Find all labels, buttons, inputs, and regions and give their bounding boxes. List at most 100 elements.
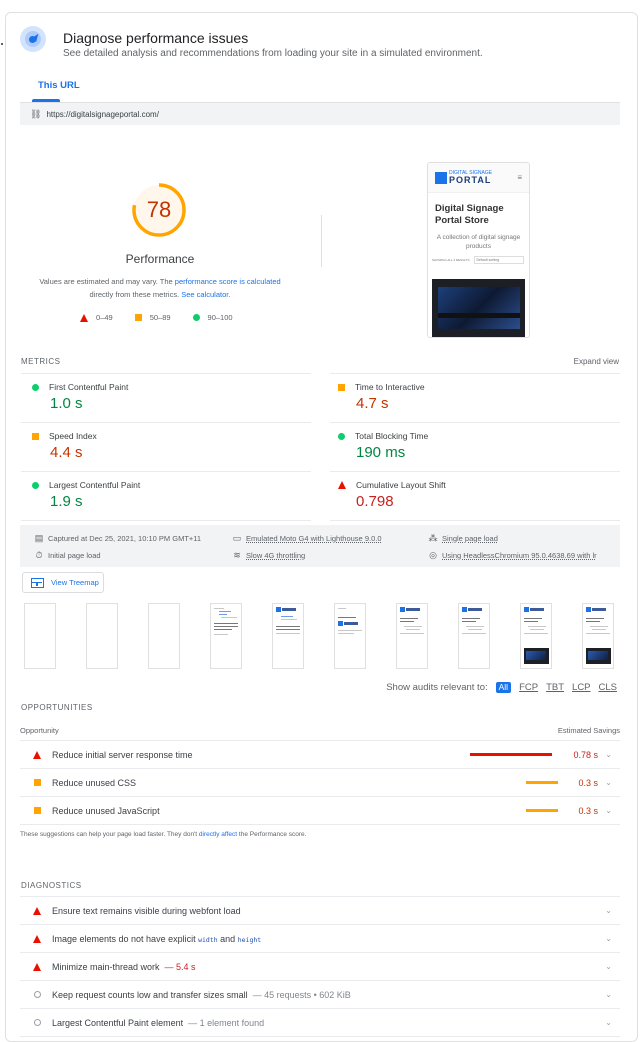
- filmstrip-frame: [520, 603, 552, 669]
- filter-lcp[interactable]: LCP: [572, 682, 590, 693]
- opportunity-row[interactable]: Reduce unused CSS 0.3 s ⌄: [20, 769, 620, 797]
- performance-label: Performance: [125, 252, 195, 266]
- fail-triangle-icon: [338, 481, 346, 489]
- metric-cls: Cumulative Layout Shift 0.798: [338, 480, 446, 510]
- savings-value: 0.3 s: [578, 805, 598, 816]
- metric-name: Largest Contentful Paint: [49, 480, 141, 490]
- diagnostic-title: Ensure text remains visible during webfo…: [52, 905, 241, 916]
- info-circle-icon: [33, 1019, 41, 1026]
- hamburger-menu-icon: ≡: [517, 173, 522, 182]
- diagnostic-row[interactable]: Minimize main-thread work — 5.4 s ⌄: [20, 953, 620, 981]
- metrics-divider: [330, 373, 620, 374]
- average-square-icon: [338, 383, 345, 391]
- opportunity-row[interactable]: Reduce unused JavaScript 0.3 s ⌄: [20, 797, 620, 825]
- chevron-down-icon[interactable]: ⌄: [605, 934, 612, 943]
- metric-name: Cumulative Layout Shift: [356, 480, 446, 490]
- opportunity-title: Reduce unused CSS: [52, 777, 137, 788]
- product-image: [432, 279, 525, 337]
- diagnostic-title: Largest Contentful Paint element: [52, 1017, 184, 1028]
- network-throttling[interactable]: Slow 4G throttling: [246, 551, 305, 560]
- metric-lcp: Largest Contentful Paint 1.9 s: [32, 480, 140, 510]
- view-treemap-button[interactable]: View Treemap: [22, 572, 104, 593]
- diagnostic-row[interactable]: Ensure text remains visible during webfo…: [20, 897, 620, 925]
- chevron-down-icon[interactable]: ⌄: [605, 990, 612, 999]
- metrics-divider: [21, 471, 311, 472]
- fail-triangle-icon: [33, 906, 41, 915]
- average-square-icon: [32, 432, 39, 440]
- site-logo-icon: [435, 171, 447, 184]
- filter-fcp[interactable]: FCP: [519, 682, 538, 693]
- desc-text: Values are estimated and may vary. The: [39, 277, 175, 286]
- metric-tbt: Total Blocking Time 190 ms: [338, 431, 428, 461]
- final-screenshot[interactable]: DIGITAL SIGNAGE PORTAL ≡ Digital Signage …: [427, 162, 530, 338]
- see-calculator-link[interactable]: See calculator.: [181, 290, 230, 299]
- browser-version[interactable]: Using HeadlessChromium 95.0.4638.69 with…: [442, 551, 597, 560]
- diagnostic-row[interactable]: Keep request counts low and transfer siz…: [20, 981, 620, 1009]
- chevron-down-icon[interactable]: ⌄: [605, 962, 612, 971]
- legend-average: 50–89: [149, 313, 171, 322]
- audit-filter: Show audits relevant to: All FCP TBT LCP…: [386, 682, 617, 693]
- metrics-divider: [330, 422, 620, 423]
- chevron-down-icon[interactable]: ⌄: [605, 778, 612, 787]
- performance-gauge: 78: [131, 182, 187, 238]
- emulated-device[interactable]: Emulated Moto G4 with Lighthouse 9.0.0: [246, 534, 382, 543]
- score-calculated-link[interactable]: performance score is calculated: [175, 277, 281, 286]
- chevron-down-icon[interactable]: ⌄: [605, 1018, 612, 1027]
- fail-triangle-icon: [33, 962, 41, 971]
- diagnostic-row[interactable]: Image elements do not have explicit widt…: [20, 925, 620, 953]
- expand-view-toggle[interactable]: Expand view: [574, 357, 619, 366]
- url-value: https://digitalsignageportal.com/: [46, 109, 159, 119]
- filmstrip-frame: [210, 603, 242, 669]
- info-circle-icon: [33, 991, 41, 998]
- savings-bar: [526, 781, 558, 784]
- treemap-label: View Treemap: [51, 578, 99, 587]
- initial-page-load: Initial page load: [48, 551, 101, 560]
- tab-this-url[interactable]: This URL: [38, 80, 80, 91]
- network-icon: ≋: [233, 550, 241, 560]
- diagnostic-value: — 5.4 s: [164, 961, 196, 972]
- link-icon: ⛓: [30, 108, 42, 119]
- chevron-down-icon[interactable]: ⌄: [605, 806, 612, 815]
- savings-bar: [470, 753, 552, 756]
- sort-row: SHOWING ALL 4 RESULTS Default sorting: [428, 251, 529, 269]
- store-subtitle: A collection of digital signage products: [436, 234, 521, 250]
- note-text: These suggestions can help your page loa…: [20, 831, 199, 838]
- stopwatch-icon: ⏱: [35, 550, 43, 560]
- opportunity-row[interactable]: Reduce initial server response time 0.78…: [20, 741, 620, 769]
- filmstrip-frame: [24, 603, 56, 669]
- metric-fcp: First Contentful Paint 1.0 s: [32, 382, 128, 412]
- filmstrip-frame: [334, 603, 366, 669]
- diagnostic-value: — 45 requests • 602 KiB: [252, 989, 351, 1000]
- average-square-icon: [33, 779, 41, 786]
- metrics-divider: [21, 373, 311, 374]
- metrics-divider: [330, 471, 620, 472]
- chevron-down-icon[interactable]: ⌄: [605, 750, 612, 759]
- average-square-icon: [33, 807, 41, 814]
- filter-cls[interactable]: CLS: [599, 682, 617, 693]
- single-page-load[interactable]: Single page load: [442, 534, 498, 543]
- chevron-down-icon[interactable]: ⌄: [605, 906, 612, 915]
- pass-circle-icon: [192, 314, 200, 321]
- metrics-divider: [21, 520, 311, 521]
- directly-affect-link[interactable]: directly affect: [199, 831, 237, 838]
- filter-tbt[interactable]: TBT: [546, 682, 564, 693]
- opportunity-title: Reduce unused JavaScript: [52, 805, 160, 816]
- savings-value: 0.3 s: [578, 777, 598, 788]
- metric-name: First Contentful Paint: [49, 382, 129, 392]
- scroll-marker: [1, 43, 3, 45]
- col-opportunity: Opportunity: [20, 726, 59, 735]
- metric-tti: Time to Interactive 4.7 s: [338, 382, 425, 412]
- filmstrip-frame: [458, 603, 490, 669]
- legend-fail: 0–49: [96, 313, 113, 322]
- filter-all[interactable]: All: [495, 682, 512, 693]
- fail-triangle-icon: [33, 750, 41, 759]
- metric-name: Total Blocking Time: [355, 431, 429, 441]
- diagnostic-row[interactable]: Largest Contentful Paint element — 1 ele…: [20, 1009, 620, 1037]
- pass-circle-icon: [32, 481, 39, 489]
- audit-filter-label: Show audits relevant to:: [386, 682, 488, 693]
- col-estimated-savings: Estimated Savings: [557, 726, 620, 735]
- metric-name: Time to Interactive: [355, 382, 425, 392]
- calendar-icon: ▤: [34, 533, 44, 543]
- fail-triangle-icon: [80, 313, 88, 322]
- filmstrip-frame: [272, 603, 304, 669]
